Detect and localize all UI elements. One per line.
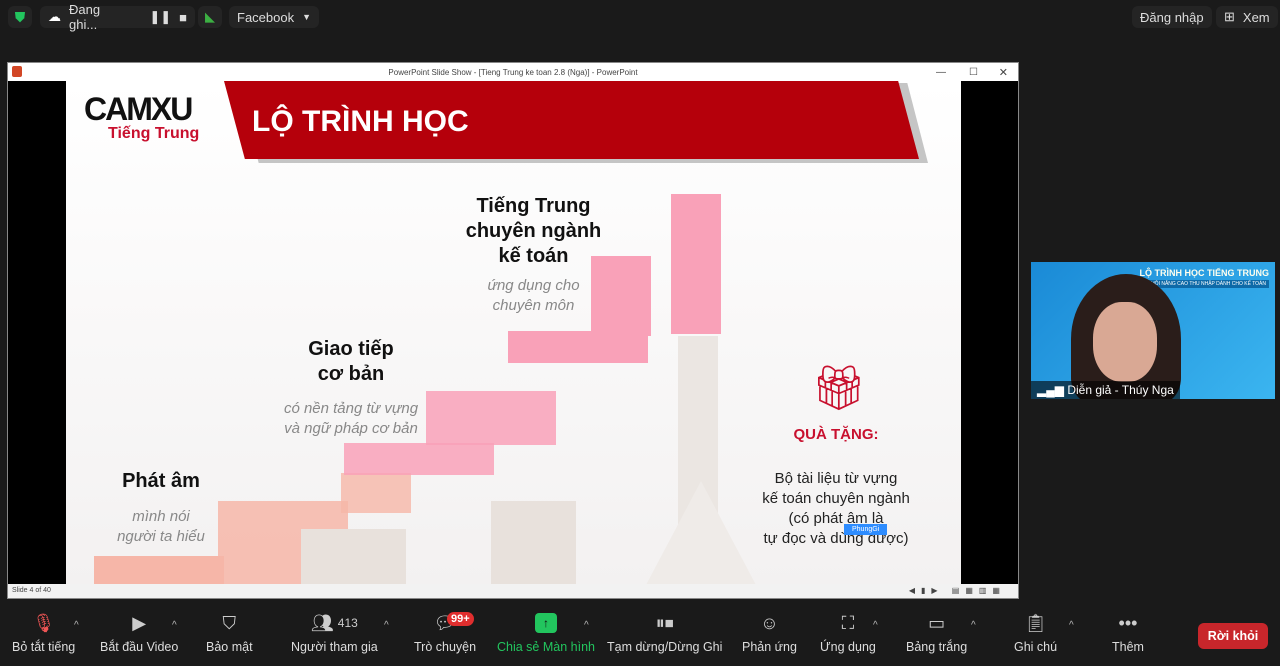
powerpoint-window: PowerPoint Slide Show - [Tieng Trung ke … bbox=[7, 62, 1019, 599]
whiteboard-icon: ▭ bbox=[928, 612, 946, 633]
share-screen-icon: ↑ bbox=[534, 612, 557, 634]
caret-down-icon: ▼ bbox=[302, 12, 312, 22]
close-button[interactable]: ✕ bbox=[999, 66, 1008, 79]
participants-icon: 👥︎ 413 bbox=[310, 612, 358, 633]
whiteboard-options-caret[interactable]: ^ bbox=[971, 620, 976, 631]
signal-icon: ▂▄▆ bbox=[1037, 383, 1064, 397]
gift-icon: 🎁︎ bbox=[811, 364, 867, 413]
title-bar: PowerPoint Slide Show - [Tieng Trung ke … bbox=[8, 63, 1018, 81]
video-button[interactable]: ▶︎ Bắt đầu Video bbox=[100, 612, 178, 655]
status-bar: Slide 4 of 40 ◀▮▶ ▤▦▥▦ bbox=[8, 584, 1018, 598]
apps-button[interactable]: ⛶ Ứng dụng bbox=[820, 612, 876, 655]
emoji-icon: ☺ bbox=[760, 612, 779, 633]
notes-options-caret[interactable]: ^ bbox=[1069, 620, 1074, 631]
live-stream-icon[interactable]: ◣ bbox=[198, 6, 222, 28]
more-button[interactable]: ••• Thêm bbox=[1112, 612, 1144, 655]
slide: CAMXU Tiếng Trung LỘ TRÌNH HỌC Tiếng Tru… bbox=[66, 81, 961, 585]
apps-icon: ⛶ bbox=[841, 612, 855, 633]
reactions-button[interactable]: ☺ Phản ứng bbox=[742, 612, 797, 655]
maximize-button[interactable]: ☐ bbox=[969, 67, 978, 78]
remote-cursor-label: PhungGi bbox=[844, 524, 888, 535]
slideshow-controls[interactable]: ◀▮▶ ▤▦▥▦ bbox=[909, 586, 1006, 595]
view-icon: ⊞ bbox=[1224, 9, 1235, 24]
apps-options-caret[interactable]: ^ bbox=[873, 620, 878, 631]
powerpoint-icon bbox=[12, 66, 22, 77]
shield-icon: ⛉ bbox=[222, 612, 237, 633]
participants-button[interactable]: 👥︎ 413 Người tham gia bbox=[291, 612, 378, 655]
login-button[interactable]: Đăng nhập bbox=[1132, 6, 1212, 28]
share-screen-button[interactable]: ↑ Chia sẻ Màn hình bbox=[497, 612, 595, 654]
leave-button[interactable]: Rời khỏi bbox=[1198, 623, 1268, 649]
video-options-caret[interactable]: ^ bbox=[172, 620, 177, 631]
mute-options-caret[interactable]: ^ bbox=[74, 620, 79, 631]
whiteboard-button[interactable]: ▭ Bảng trắng bbox=[906, 612, 967, 655]
video-off-icon: ▶︎ bbox=[132, 612, 147, 633]
stop-icon[interactable]: ■ bbox=[179, 10, 187, 25]
mute-button[interactable]: 🎙︎ Bỏ tắt tiếng bbox=[12, 612, 75, 655]
speaker-video[interactable]: LỘ TRÌNH HỌC TIẾNG TRUNG CƠ HỘI NÂNG CAO… bbox=[1031, 262, 1275, 399]
pause-icon[interactable]: ❚❚ bbox=[149, 9, 171, 25]
notes-icon: 📋︎ bbox=[1024, 612, 1047, 633]
participants-options-caret[interactable]: ^ bbox=[384, 620, 389, 631]
security-button[interactable]: ⛉ Bảo mật bbox=[206, 612, 253, 655]
pause-stop-recording-button[interactable]: ⏸︎⏹︎ Tạm dừng/Dừng Ghi bbox=[607, 612, 722, 655]
view-button[interactable]: ⊞ Xem bbox=[1216, 6, 1278, 28]
cloud-record-icon: ☁ bbox=[48, 9, 61, 24]
pause-stop-icon: ⏸︎⏹︎ bbox=[655, 612, 674, 633]
chat-badge: 99+ bbox=[447, 612, 474, 626]
shield-icon[interactable]: ⛊ bbox=[8, 6, 32, 28]
share-options-caret[interactable]: ^ bbox=[584, 620, 589, 631]
minimize-button[interactable]: — bbox=[936, 67, 946, 78]
stream-dropdown[interactable]: Facebook ▼ bbox=[229, 6, 320, 28]
microphone-muted-icon: 🎙︎ bbox=[32, 612, 56, 633]
speaker-face bbox=[1093, 302, 1157, 382]
logo: CAMXU Tiếng Trung bbox=[84, 91, 200, 142]
notes-button[interactable]: 📋︎ Ghi chú bbox=[1014, 612, 1057, 655]
speaker-name: ▂▄▆ Diễn giả - Thúy Nga bbox=[1031, 381, 1180, 399]
more-icon: ••• bbox=[1118, 612, 1138, 633]
slide-title: LỘ TRÌNH HỌC bbox=[252, 105, 469, 138]
recording-indicator[interactable]: ☁ Đang ghi... ❚❚ ■ bbox=[40, 2, 195, 32]
